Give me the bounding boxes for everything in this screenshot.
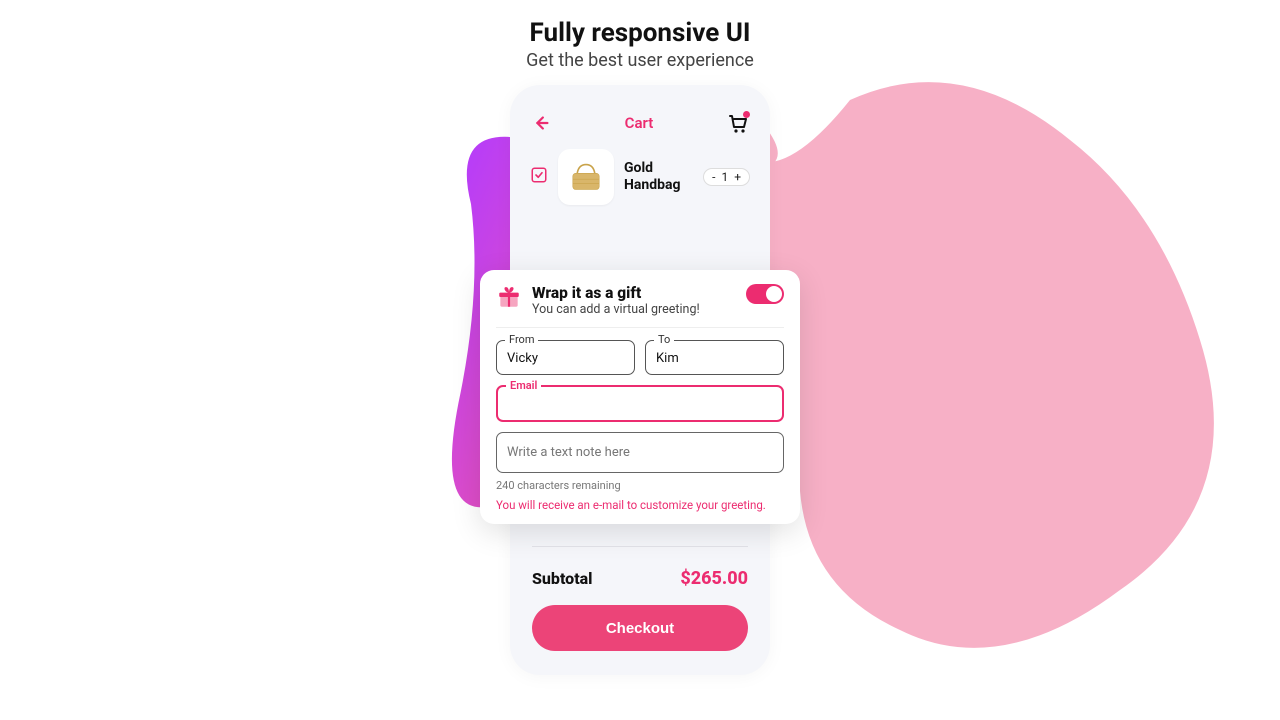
qty-increment[interactable]: + bbox=[734, 170, 741, 184]
item-checkbox[interactable] bbox=[530, 166, 548, 188]
app-bar-title: Cart bbox=[625, 114, 654, 132]
email-info: You will receive an e-mail to customize … bbox=[496, 498, 784, 512]
from-label: From bbox=[505, 333, 538, 346]
subtotal-value: $265.00 bbox=[680, 568, 748, 589]
email-field[interactable]: Email bbox=[496, 385, 784, 422]
quantity-stepper[interactable]: - 1 + bbox=[703, 168, 750, 186]
cart-item-row: Gold Handbag - 1 + bbox=[510, 135, 770, 205]
app-bar: Cart bbox=[510, 111, 770, 135]
arrow-left-icon bbox=[530, 112, 552, 134]
chars-remaining: 240 characters remaining bbox=[496, 479, 784, 492]
subtotal-label: Subtotal bbox=[532, 569, 593, 588]
qty-value: 1 bbox=[721, 170, 728, 184]
gift-toggle[interactable] bbox=[746, 284, 784, 304]
item-thumbnail[interactable] bbox=[558, 149, 614, 205]
toggle-knob bbox=[766, 286, 782, 302]
check-square-icon bbox=[530, 166, 548, 184]
page-headline: Fully responsive UI Get the best user ex… bbox=[0, 0, 1280, 71]
headline-title: Fully responsive UI bbox=[0, 18, 1280, 48]
back-button[interactable] bbox=[530, 112, 552, 134]
cart-badge-dot bbox=[743, 111, 750, 118]
from-field[interactable]: From Vicky bbox=[496, 340, 635, 375]
gift-subtitle: You can add a virtual greeting! bbox=[532, 302, 700, 317]
gift-wrap-card: Wrap it as a gift You can add a virtual … bbox=[480, 270, 800, 524]
to-field[interactable]: To Kim bbox=[645, 340, 784, 375]
email-label: Email bbox=[506, 379, 541, 392]
qty-decrement[interactable]: - bbox=[712, 170, 715, 184]
note-field[interactable]: Write a text note here bbox=[496, 432, 784, 473]
cart-button[interactable] bbox=[726, 111, 750, 135]
checkout-button[interactable]: Checkout bbox=[532, 605, 748, 651]
item-name: Gold Handbag bbox=[624, 160, 680, 194]
handbag-icon bbox=[564, 157, 608, 197]
headline-subtitle: Get the best user experience bbox=[0, 50, 1280, 71]
to-label: To bbox=[654, 333, 674, 346]
subtotal-row: Subtotal $265.00 bbox=[510, 568, 770, 589]
gift-icon bbox=[496, 284, 522, 314]
gift-title: Wrap it as a gift bbox=[532, 284, 700, 302]
